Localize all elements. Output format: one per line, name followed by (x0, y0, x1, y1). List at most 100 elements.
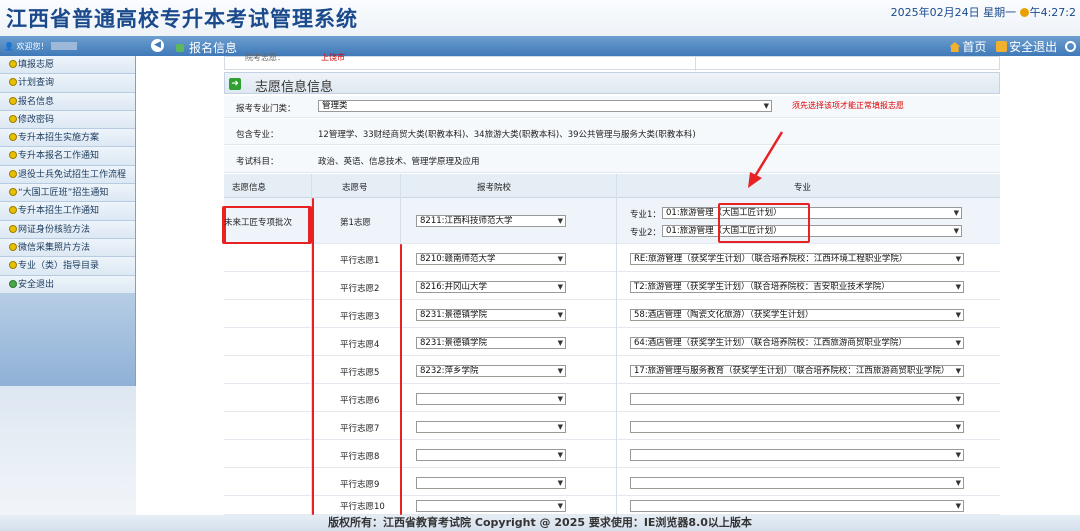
collapse-sidebar-icon[interactable]: ◀ (151, 39, 164, 52)
wish-label: 平行志愿4 (340, 340, 380, 350)
table-row: 平行志愿3 8231:景德镇学院 ▼ 58:酒店管理（陶瓷文化旅游）（获奖学生计划… (224, 301, 1000, 328)
location-icon (176, 44, 184, 52)
school-select[interactable]: ▼ (416, 393, 566, 405)
table-row: 第1志愿 8211:江西科技师范大学 ▼ 专业1： 01:旅游管理（大国工匠计划）… (224, 198, 1000, 244)
header-info: 志愿信息 (232, 183, 267, 193)
major2-select[interactable]: 01:旅游管理（大国工匠计划） ▼ (662, 225, 962, 237)
dropdown-arrow-icon: ▼ (557, 395, 563, 403)
wish-label: 平行志愿3 (340, 312, 380, 322)
school-select[interactable]: ▼ (416, 477, 566, 489)
wish-label: 平行志愿5 (340, 368, 380, 378)
sidebar-item-wechat-photo[interactable]: 微信采集照片方法 (0, 238, 135, 258)
include-value: 12管理学、33财经商贸大类(职教本科)、34旅游大类(职教本科)、39公共管理… (318, 130, 696, 140)
dropdown-arrow-icon: ▼ (955, 367, 961, 375)
table-row: 平行志愿8 ▼ ▼ (224, 441, 1000, 468)
sidebar-item-logout[interactable]: 安全退出 (0, 275, 135, 294)
exit-icon (996, 41, 1008, 52)
category-select[interactable]: 管理类 ▼ (318, 100, 772, 112)
header-number: 志愿号 (342, 183, 368, 193)
special-batch-box (222, 206, 312, 244)
wish-label: 平行志愿1 (340, 256, 380, 266)
dropdown-arrow-icon: ▼ (557, 451, 563, 459)
sidebar-item-change-password[interactable]: 修改密码 (0, 110, 135, 130)
dropdown-arrow-icon: ▼ (557, 367, 563, 375)
school-select[interactable]: ▼ (416, 449, 566, 461)
arrow-right-icon: ➜ (229, 78, 241, 90)
nav-actions: 首页 安全退出 (943, 38, 1076, 55)
dropdown-arrow-icon: ▼ (953, 227, 959, 235)
sidebar-item-id-verify[interactable]: 网证身份核验方法 (0, 220, 135, 239)
major-select[interactable]: ▼ (630, 477, 964, 489)
school-select[interactable]: ▼ (416, 500, 566, 512)
include-label: 包含专业： (236, 130, 279, 140)
dot-icon (9, 78, 17, 87)
nav-bar: 👤 欢迎您！ ◀ 报名信息 首页 安全退出 (0, 36, 1080, 56)
sidebar-item-registration-info[interactable]: 报名信息 (0, 92, 135, 111)
clock-icon (1019, 8, 1029, 17)
table-row: 平行志愿5 8232:萍乡学院 ▼ 17:旅游管理与服务教育（获奖学生计划）（联合… (224, 357, 1000, 384)
school-select[interactable]: 8231:景德镇学院 ▼ (416, 309, 566, 321)
category-row: 报考专业门类： 管理类 ▼ 须先选择该项才能正常填报志愿 (224, 96, 1000, 118)
sidebar-item-major-catalog[interactable]: 专业（类）指导目录 (0, 257, 135, 276)
table-row: 平行志愿9 ▼ ▼ (224, 469, 1000, 496)
dot-icon (9, 188, 17, 197)
major-select[interactable]: 58:酒店管理（陶瓷文化旅游）（获奖学生计划） ▼ (630, 309, 964, 321)
table-row: 平行志愿7 ▼ ▼ (224, 413, 1000, 440)
sidebar-item-apply[interactable]: 填报志愿 (0, 56, 135, 75)
major-select[interactable]: ▼ (630, 421, 964, 433)
dot-icon (9, 96, 17, 105)
major-select[interactable]: 17:旅游管理与服务教育（获奖学生计划）（联合培养院校：江西旅游商贸职业学院） ▼ (630, 365, 964, 377)
school-select[interactable]: 8211:江西科技师范大学 ▼ (416, 215, 566, 227)
dropdown-arrow-icon: ▼ (557, 283, 563, 291)
major-select[interactable]: RE:旅游管理（获奖学生计划）（联合培养院校：江西环境工程职业学院） ▼ (630, 253, 964, 265)
dropdown-arrow-icon: ▼ (955, 502, 961, 510)
sidebar-background (0, 386, 136, 526)
cut-off-row: 院考志愿： 上饶市 (224, 53, 1000, 71)
dot-icon (9, 151, 17, 160)
logout-link[interactable]: 安全退出 (996, 40, 1057, 54)
dropdown-arrow-icon: ▼ (763, 102, 769, 110)
breadcrumb: 报名信息 (176, 39, 237, 56)
annotation-line (400, 244, 402, 515)
major-select[interactable]: ▼ (630, 500, 964, 512)
school-select[interactable]: 8216:井冈山大学 ▼ (416, 281, 566, 293)
home-link[interactable]: 首页 (949, 40, 986, 54)
dropdown-arrow-icon: ▼ (955, 255, 961, 263)
sidebar-item-craftsman-notice[interactable]: “大国工匠班”招生通知 (0, 184, 135, 203)
section-title: 志愿信息信息 (255, 80, 334, 95)
school-select[interactable]: 8232:萍乡学院 ▼ (416, 365, 566, 377)
subjects-row: 考试科目： 政治、英语、信息技术、管理学原理及应用 (224, 146, 1000, 173)
school-select[interactable]: ▼ (416, 421, 566, 433)
wish-label: 平行志愿7 (340, 424, 380, 434)
school-select[interactable]: 8210:赣南师范大学 ▼ (416, 253, 566, 265)
dot-icon (9, 133, 17, 142)
sidebar-item-implementation-plan[interactable]: 专升本招生实施方案 (0, 129, 135, 148)
sidebar-item-registration-notice[interactable]: 专升本报名工作通知 (0, 147, 135, 166)
sidebar-item-plan-query[interactable]: 计划查询 (0, 74, 135, 93)
major-select[interactable]: ▼ (630, 393, 964, 405)
category-label: 报考专业门类： (236, 104, 296, 114)
category-warning: 须先选择该项才能正常填报志愿 (792, 101, 904, 110)
date-text: 2025年02月24日 星期一 (890, 6, 1017, 19)
subjects-label: 考试科目： (236, 157, 279, 167)
sidebar-item-enrollment-notice[interactable]: 专升本招生工作通知 (0, 202, 135, 221)
wish-label: 平行志愿8 (340, 452, 380, 462)
table-row: 平行志愿2 8216:井冈山大学 ▼ T2:旅游管理（获奖学生计划）（联合培养院校… (224, 273, 1000, 300)
system-title: 江西省普通高校专升本考试管理系统 (6, 7, 358, 31)
major1-select[interactable]: 01:旅游管理（大国工匠计划） ▼ (662, 207, 962, 219)
sidebar-item-veteran-process[interactable]: 退役士兵免试招生工作流程 (0, 165, 135, 185)
username-blurred (50, 42, 77, 50)
annotation-arrow-icon (748, 131, 784, 188)
power-icon[interactable] (1065, 41, 1076, 52)
dot-icon (9, 242, 17, 251)
user-icon: 👤 (4, 42, 14, 51)
major-select[interactable]: ▼ (630, 449, 964, 461)
table-header: 志愿信息 志愿号 报考院校 专业 (224, 174, 1000, 198)
major-select[interactable]: T2:旅游管理（获奖学生计划）（联合培养院校：吉安职业技术学院） ▼ (630, 281, 964, 293)
dropdown-arrow-icon: ▼ (955, 283, 961, 291)
home-icon (949, 42, 961, 52)
dot-icon (9, 114, 17, 123)
dropdown-arrow-icon: ▼ (955, 479, 961, 487)
school-select[interactable]: 8231:景德镇学院 ▼ (416, 337, 566, 349)
major-select[interactable]: 64:酒店管理（获奖学生计划）（联合培养院校：江西旅游商贸职业学院） ▼ (630, 337, 964, 349)
